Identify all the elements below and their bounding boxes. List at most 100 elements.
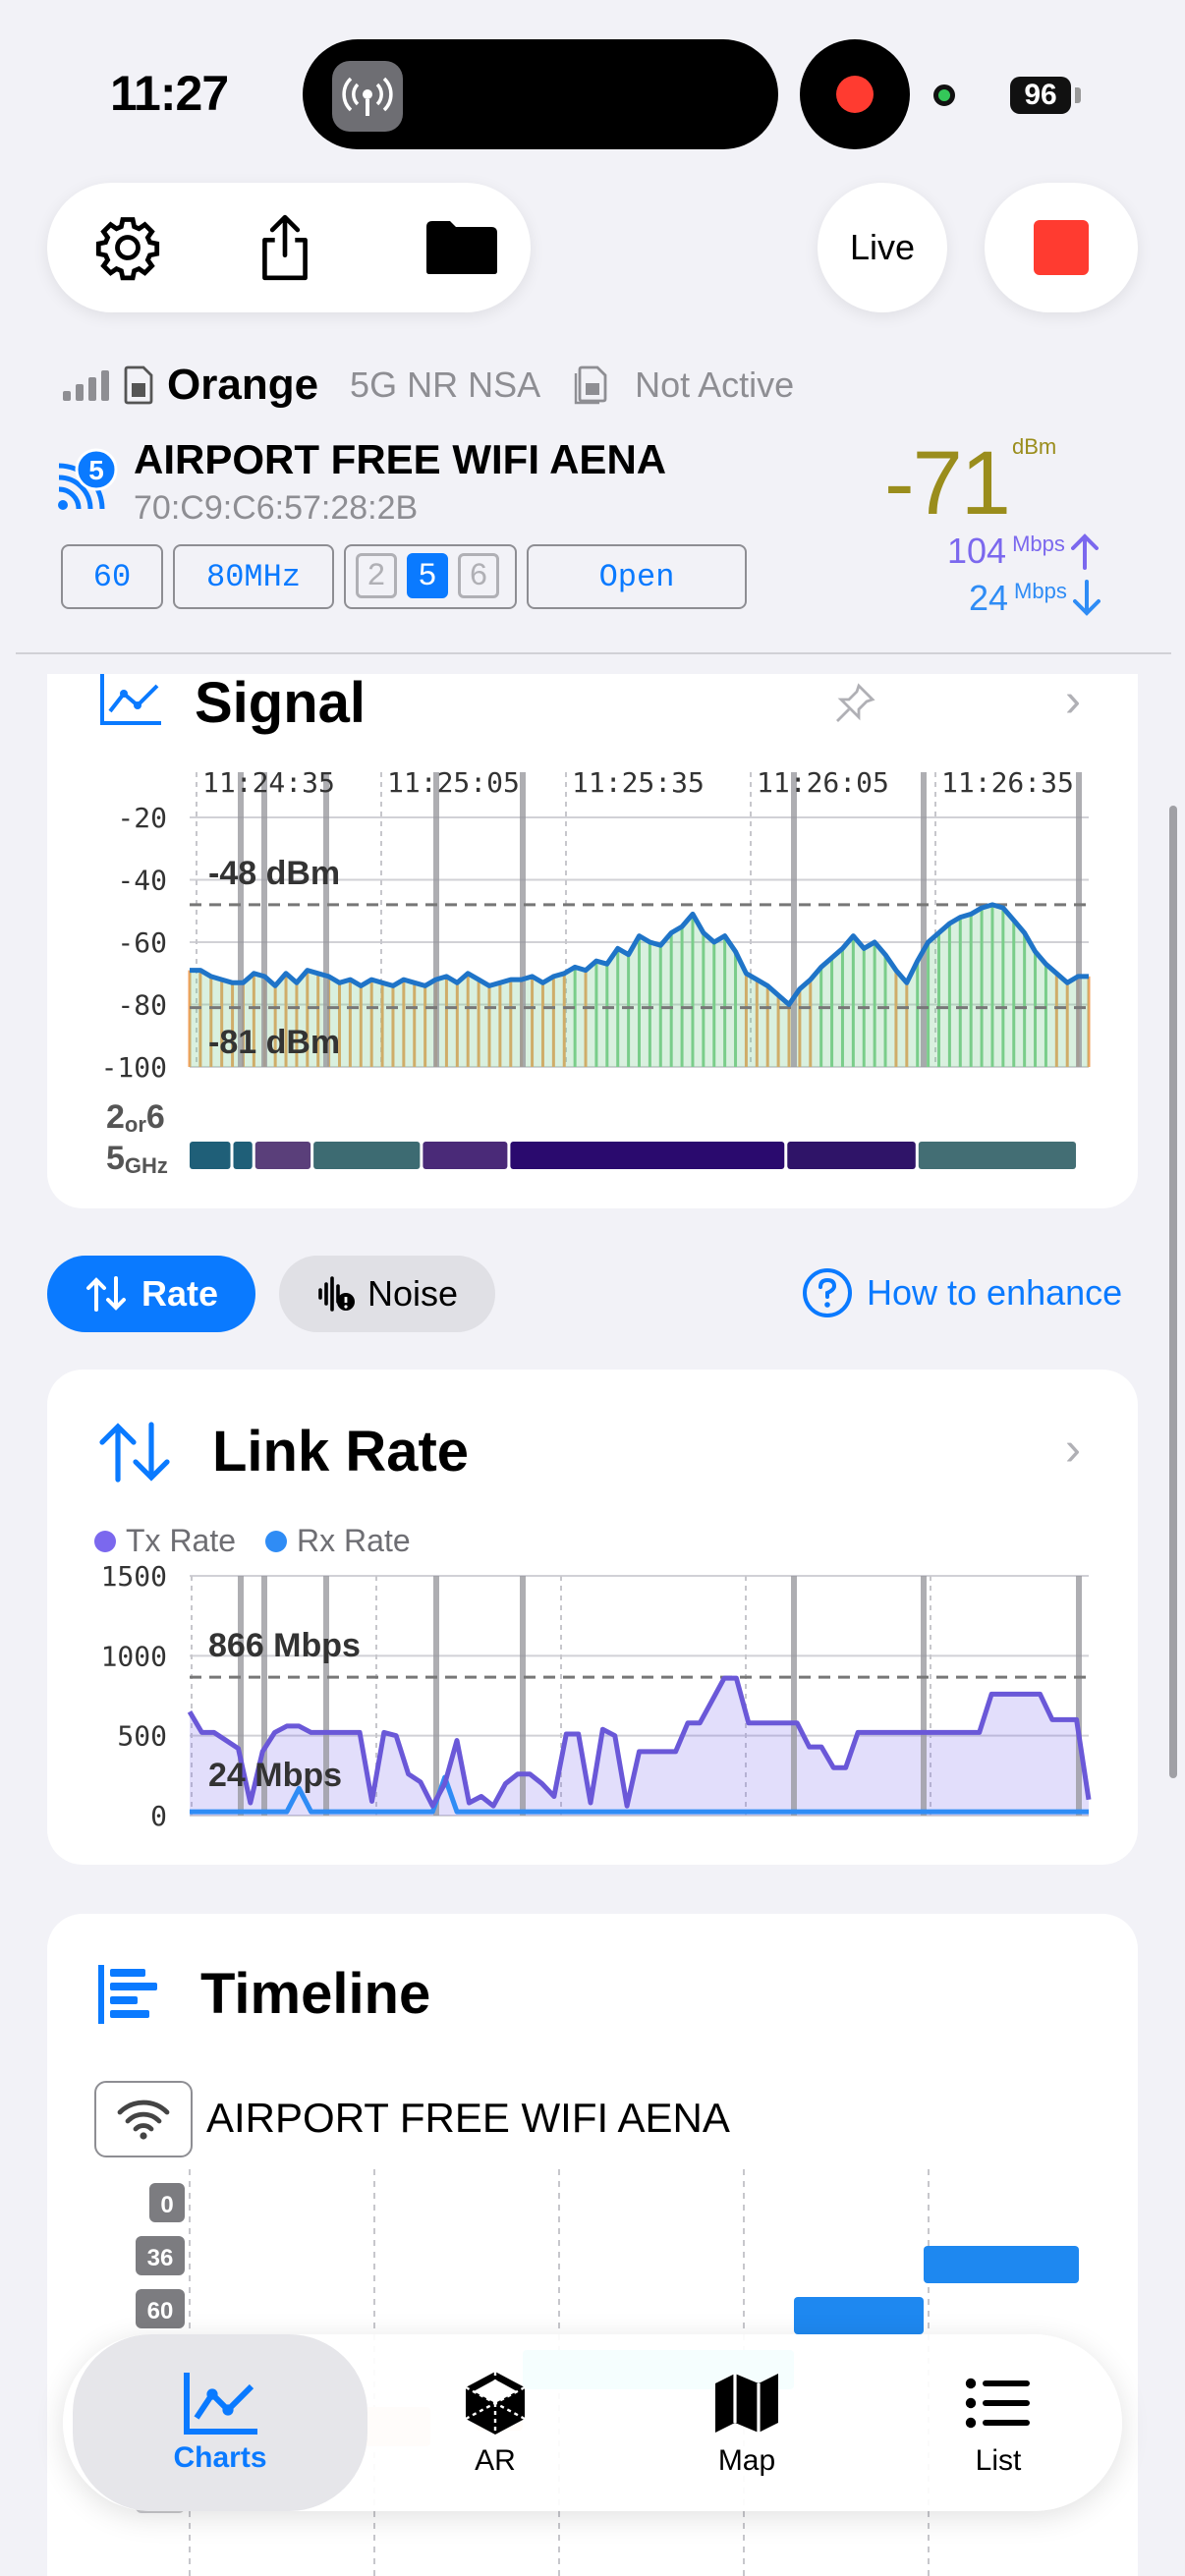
band-segment xyxy=(190,1142,231,1169)
svg-text:2or6: 2or6 xyxy=(106,1098,165,1137)
timeline-network-name: AIRPORT FREE WIFI AENA xyxy=(206,2095,730,2141)
timeline-bar xyxy=(924,2246,1079,2283)
timeline-network-icon-box[interactable] xyxy=(94,2081,193,2157)
battery-indicator: 96 xyxy=(1010,77,1071,114)
signal-x-tick: 11:26:35 xyxy=(941,766,1074,799)
sim-card-icon xyxy=(124,365,153,405)
tx-rate-unit: Mbps xyxy=(1012,532,1065,556)
cellular-info-row: Orange 5G NR NSA Not Active xyxy=(63,356,794,415)
noise-waveform-icon xyxy=(318,1276,355,1312)
tab-map-label: Map xyxy=(717,2444,776,2477)
rssi-unit: dBm xyxy=(1012,434,1057,459)
band-segment xyxy=(423,1142,508,1169)
arrow-up-icon xyxy=(1070,533,1099,570)
noise-toggle-button[interactable]: Noise xyxy=(279,1256,495,1332)
secondary-sim-icon xyxy=(574,365,607,405)
rate-y-tick: 500 xyxy=(117,1720,167,1753)
signal-y-tick: -20 xyxy=(117,802,167,834)
top-toolbar xyxy=(47,183,531,312)
band-segment xyxy=(787,1142,916,1169)
ar-cube-icon xyxy=(465,2372,526,2435)
ssid-label: AIRPORT FREE WIFI AENA xyxy=(134,436,667,482)
band-label-ghz: GHz xyxy=(125,1153,168,1178)
stop-icon xyxy=(1034,220,1089,275)
signal-x-tick: 11:26:05 xyxy=(757,766,889,799)
channel-width-chip[interactable]: 80MHz xyxy=(173,544,334,609)
rate-toggle-button[interactable]: Rate xyxy=(47,1256,255,1332)
bottom-tab-bar: Charts AR Map List xyxy=(63,2334,1122,2511)
camera-in-use-icon xyxy=(933,84,955,106)
timeline-bar xyxy=(794,2297,924,2334)
signal-y-tick: -100 xyxy=(101,1051,167,1084)
rate-y-tick: 0 xyxy=(150,1800,167,1832)
header-divider xyxy=(16,652,1171,654)
rate-toggle-label: Rate xyxy=(141,1273,219,1314)
band-5ghz[interactable]: 5 xyxy=(407,553,448,598)
link-rate-chart: 866 Mbps 24 Mbps 1500 1000 500 0 xyxy=(101,1560,1092,1832)
band-selector[interactable]: 2 5 6 xyxy=(344,544,517,609)
cellular-technology: 5G NR NSA xyxy=(350,364,541,405)
timeline-channel-label: 36 xyxy=(147,2245,174,2271)
tx-rate-value: 104 xyxy=(947,531,1007,571)
share-button[interactable] xyxy=(246,208,324,287)
wifi-generation-number: 5 xyxy=(88,455,104,485)
how-to-enhance-label: How to enhance xyxy=(867,1272,1123,1313)
how-to-enhance-link[interactable]: How to enhance xyxy=(802,1267,1122,1318)
band-segment xyxy=(510,1142,785,1169)
settings-button[interactable] xyxy=(88,208,167,287)
tab-list[interactable]: List xyxy=(900,2334,1097,2511)
rx-rate-unit: Mbps xyxy=(1014,579,1067,603)
band-6ghz[interactable]: 6 xyxy=(458,553,499,598)
max-signal-label: -48 dBm xyxy=(208,855,340,892)
channel-chip[interactable]: 60 xyxy=(61,544,163,609)
map-icon xyxy=(715,2374,778,2433)
share-icon xyxy=(262,214,308,281)
stop-button[interactable] xyxy=(985,183,1138,312)
signal-x-tick: 11:25:35 xyxy=(572,766,705,799)
tab-ar[interactable]: AR xyxy=(397,2334,593,2511)
timeline-channel-label: 60 xyxy=(147,2298,174,2324)
question-circle-icon xyxy=(803,1268,852,1317)
band-label-or: or xyxy=(125,1112,146,1137)
signal-y-tick: -80 xyxy=(117,989,167,1022)
security-chip[interactable]: Open xyxy=(527,544,747,609)
status-time: 11:27 xyxy=(110,66,229,121)
band-2ghz[interactable]: 2 xyxy=(356,553,397,598)
band-segment xyxy=(233,1142,253,1169)
hotspot-icon xyxy=(332,61,403,132)
rssi-value: -71 xyxy=(884,433,1011,533)
live-button[interactable]: Live xyxy=(818,183,947,312)
wifi-5-icon: 5 xyxy=(58,448,118,510)
gear-icon xyxy=(95,217,160,281)
band-segment xyxy=(313,1142,421,1169)
signal-x-tick: 11:24:35 xyxy=(202,766,335,799)
svg-text:5GHz: 5GHz xyxy=(106,1140,168,1178)
signal-card[interactable]: Signal › -48 dBm -81 dBm 11:24:35 11:25:0… xyxy=(47,671,1138,1208)
min-rate-label: 24 Mbps xyxy=(208,1757,342,1794)
timeline-icon xyxy=(98,1965,157,2024)
scroll-indicator[interactable] xyxy=(1169,806,1177,1778)
timeline-channel-label: 0 xyxy=(160,2192,173,2218)
arrow-down-icon xyxy=(1072,580,1100,616)
band-label-6: 6 xyxy=(146,1098,165,1136)
tab-list-label: List xyxy=(975,2444,1022,2477)
tab-map[interactable]: Map xyxy=(649,2334,845,2511)
list-icon xyxy=(965,2378,1030,2429)
tab-charts[interactable]: Charts xyxy=(73,2334,367,2511)
bssid-label: 70:C9:C6:57:28:2B xyxy=(134,489,419,527)
carrier-name: Orange xyxy=(167,361,319,409)
folder-button[interactable] xyxy=(413,208,511,287)
up-down-arrows-icon xyxy=(85,1276,126,1312)
record-dot-icon xyxy=(836,76,874,113)
timeline-title: Timeline xyxy=(200,1962,431,2026)
wifi-generation-badge: 5 xyxy=(55,448,120,513)
wifi-icon xyxy=(117,2100,170,2140)
cellular-signal-icon xyxy=(63,370,109,401)
band-segment xyxy=(918,1142,1076,1169)
rate-y-tick: 1500 xyxy=(101,1560,167,1593)
band-segment xyxy=(254,1142,311,1169)
max-rate-label: 866 Mbps xyxy=(208,1627,361,1664)
link-rate-card[interactable]: Link Rate › Tx Rate Rx Rate 866 Mbps 24 … xyxy=(47,1370,1138,1865)
rx-rate-value: 24 xyxy=(969,578,1009,618)
battery-tip xyxy=(1075,87,1081,103)
